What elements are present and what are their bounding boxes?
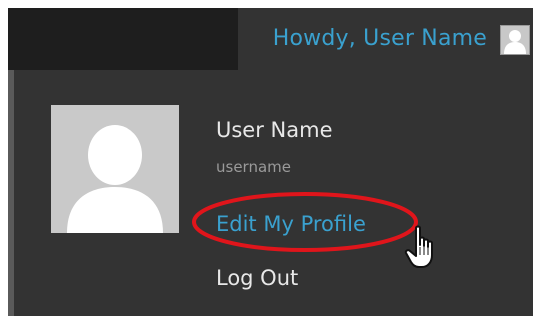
username-label: username (216, 158, 291, 176)
display-name[interactable]: User Name (216, 118, 333, 142)
user-avatar-icon (51, 105, 179, 233)
edit-profile-link[interactable]: Edit My Profile (216, 212, 366, 236)
hand-pointer-icon (404, 225, 433, 268)
admin-bar (8, 8, 238, 70)
my-account-tab[interactable]: Howdy, User Name (238, 8, 533, 70)
log-out-link[interactable]: Log Out (216, 266, 298, 290)
admin-bar-account-area: Howdy, User Name User Name username Edit… (8, 8, 533, 316)
user-info: User Name username Edit My Profile Log O… (216, 118, 366, 290)
account-dropdown-menu: User Name username Edit My Profile Log O… (8, 70, 533, 316)
dropdown-border (8, 70, 14, 316)
user-avatar-icon[interactable] (500, 25, 530, 55)
howdy-greeting[interactable]: Howdy, User Name (273, 26, 487, 51)
